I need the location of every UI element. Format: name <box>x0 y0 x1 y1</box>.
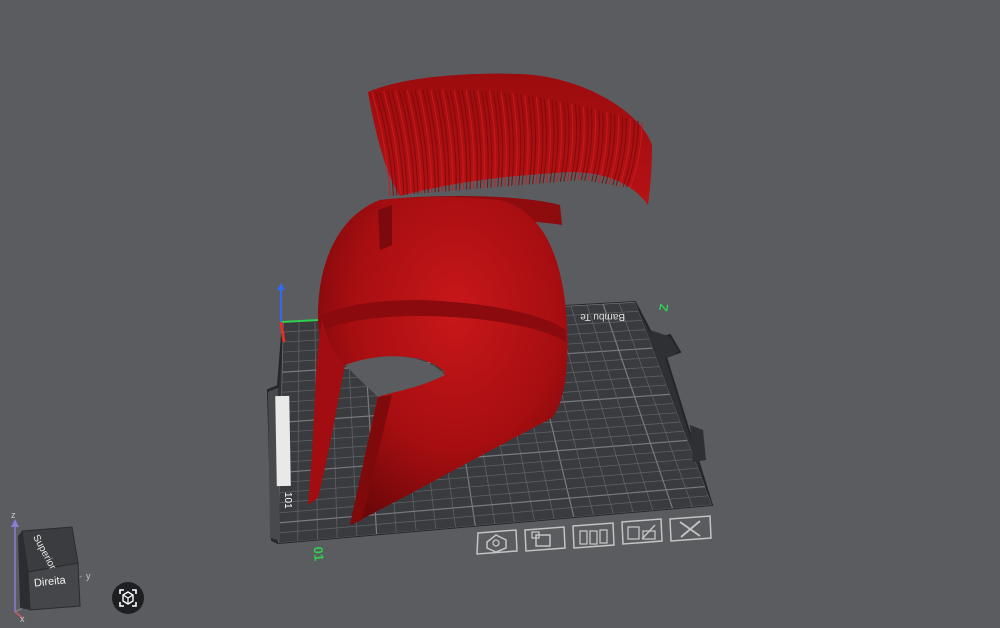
view-cube-axis-z-label: z <box>11 510 16 520</box>
plate-side-label: 101 <box>282 492 293 509</box>
plate-corner-label: Z <box>656 303 671 313</box>
view-center-button[interactable] <box>112 582 144 614</box>
orient-icon[interactable] <box>476 529 518 555</box>
view-center-icon <box>119 589 137 607</box>
plate-brand-label: Bambu Te <box>580 311 625 322</box>
plate-sticker <box>275 395 291 487</box>
close-icon[interactable] <box>669 515 712 542</box>
helmet-ridge <box>378 205 392 250</box>
edit-icon[interactable] <box>621 518 663 545</box>
view-cube-axis-x-label: x <box>20 614 25 624</box>
view-cube-axis-y-label: y <box>86 571 91 581</box>
axis-z-arrow <box>277 283 285 290</box>
3d-viewport[interactable]: 101 Bambu Te 01 Z <box>0 0 1000 628</box>
plate-corner-label: 01 <box>310 546 326 562</box>
arrange-icon[interactable] <box>524 526 566 552</box>
layout-icon[interactable] <box>572 522 615 549</box>
